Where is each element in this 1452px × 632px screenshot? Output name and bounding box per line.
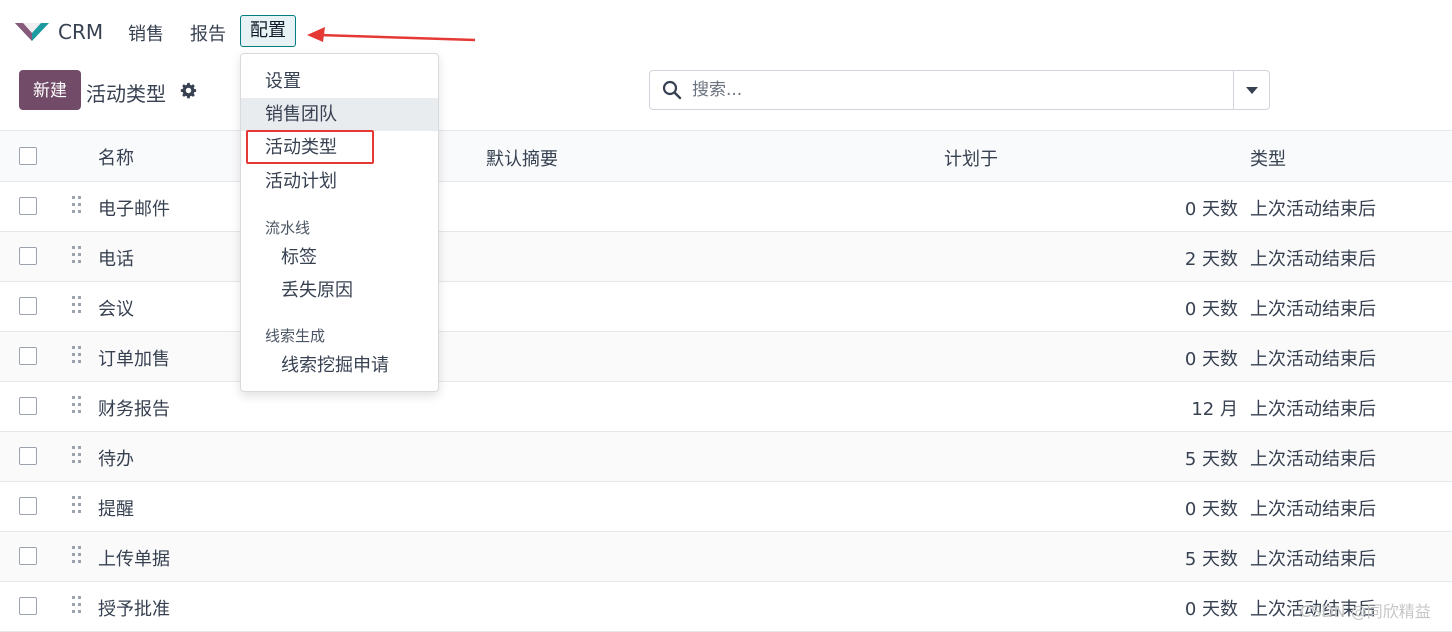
table-row[interactable]: 待办 5 天数 上次活动结束后 xyxy=(0,432,1452,482)
row-checkbox[interactable] xyxy=(19,297,37,315)
row-checkbox[interactable] xyxy=(19,247,37,265)
row-checkbox[interactable] xyxy=(19,197,37,215)
table-row[interactable]: 电子邮件 0 天数 上次活动结束后 xyxy=(0,182,1452,232)
gear-icon[interactable] xyxy=(180,82,197,99)
table-header: 名称 默认摘要 计划于 类型 xyxy=(0,130,1452,182)
app-name[interactable]: CRM xyxy=(58,20,103,44)
cell-delay-from: 上次活动结束后 xyxy=(1250,449,1376,470)
cell-delay: 0 天数 xyxy=(1184,349,1238,370)
header-default-summary[interactable]: 默认摘要 xyxy=(486,145,558,171)
page-title: 活动类型 xyxy=(86,82,166,106)
cell-name: 电子邮件 xyxy=(98,199,170,220)
activity-type-list: 名称 默认摘要 计划于 类型 电子邮件 0 天数 上次活动结束后 电话 2 天数 上次活动… xyxy=(0,130,1452,632)
annotation-arrow-icon xyxy=(307,27,476,42)
drag-handle-icon[interactable] xyxy=(72,496,82,514)
drag-handle-icon[interactable] xyxy=(72,246,82,264)
section-pipeline: 流水线 xyxy=(265,219,311,237)
menu-configuration[interactable]: 配置 xyxy=(240,15,296,47)
cell-delay: 0 天数 xyxy=(1184,299,1238,320)
table-row[interactable]: 授予批准 0 天数 上次活动结束后 xyxy=(0,582,1452,632)
cell-delay: 0 天数 xyxy=(1184,499,1238,520)
menu-item-settings[interactable]: 设置 xyxy=(241,65,438,98)
drag-handle-icon[interactable] xyxy=(72,546,82,564)
cell-delay-from: 上次活动结束后 xyxy=(1250,249,1376,270)
menu-item-activity-types[interactable]: 活动类型 xyxy=(241,131,438,164)
cell-delay: 2 天数 xyxy=(1184,249,1238,270)
table-row[interactable]: 电话 2 天数 上次活动结束后 xyxy=(0,232,1452,282)
cell-name: 电话 xyxy=(98,249,134,270)
row-checkbox[interactable] xyxy=(19,597,37,615)
row-checkbox[interactable] xyxy=(19,347,37,365)
drag-handle-icon[interactable] xyxy=(72,596,82,614)
cell-name: 会议 xyxy=(98,299,134,320)
section-lead-generation: 线索生成 xyxy=(265,327,326,345)
menu-item-lead-mining-requests[interactable]: 线索挖掘申请 xyxy=(241,349,438,382)
table-row[interactable]: 提醒 0 天数 上次活动结束后 xyxy=(0,482,1452,532)
header-planned-in[interactable]: 计划于 xyxy=(944,145,998,171)
cell-delay-from: 上次活动结束后 xyxy=(1250,499,1376,520)
menu-item-sales-teams[interactable]: 销售团队 xyxy=(241,98,438,131)
cell-delay: 5 天数 xyxy=(1184,549,1238,570)
search-icon xyxy=(662,80,682,100)
cell-name: 订单加售 xyxy=(98,349,170,370)
menu-item-tags[interactable]: 标签 xyxy=(241,241,438,274)
search-options-toggle[interactable] xyxy=(1233,71,1269,109)
cell-delay: 0 天数 xyxy=(1184,599,1238,620)
row-checkbox[interactable] xyxy=(19,497,37,515)
table-row[interactable]: 上传单据 5 天数 上次活动结束后 xyxy=(0,532,1452,582)
drag-handle-icon[interactable] xyxy=(72,346,82,364)
new-button[interactable]: 新建 xyxy=(19,70,81,110)
cell-name: 上传单据 xyxy=(98,549,170,570)
menu-item-activity-plans[interactable]: 活动计划 xyxy=(241,165,438,198)
cell-name: 提醒 xyxy=(98,499,134,520)
menu-sales[interactable]: 销售 xyxy=(128,20,164,46)
cell-delay: 5 天数 xyxy=(1184,449,1238,470)
select-all-checkbox[interactable] xyxy=(19,147,37,165)
cell-delay: 12 月 xyxy=(1191,399,1238,420)
cell-delay-from: 上次活动结束后 xyxy=(1250,549,1376,570)
header-name[interactable]: 名称 xyxy=(98,144,134,170)
cell-delay-from: 上次活动结束后 xyxy=(1250,199,1376,220)
header-type[interactable]: 类型 xyxy=(1250,145,1286,171)
row-checkbox[interactable] xyxy=(19,447,37,465)
table-row[interactable]: 订单加售 0 天数 上次活动结束后 xyxy=(0,332,1452,382)
row-checkbox[interactable] xyxy=(19,397,37,415)
table-row[interactable]: 财务报告 12 月上次活动结束后 xyxy=(0,382,1452,432)
cell-delay-from: 上次活动结束后 xyxy=(1250,299,1376,320)
row-checkbox[interactable] xyxy=(19,547,37,565)
cell-delay-from: 上次活动结束后 xyxy=(1250,399,1376,420)
watermark: CSDN @同欣精益 xyxy=(1300,602,1431,621)
top-navbar: CRM 销售 报告 配置 xyxy=(0,0,1452,62)
drag-handle-icon[interactable] xyxy=(72,196,82,214)
menu-reports[interactable]: 报告 xyxy=(190,20,226,46)
search-input[interactable] xyxy=(690,72,1234,108)
cell-name: 财务报告 xyxy=(98,399,170,420)
drag-handle-icon[interactable] xyxy=(72,446,82,464)
configuration-dropdown: 设置 销售团队 活动类型 活动计划 流水线 标签 丢失原因 线索生成 线索挖掘申… xyxy=(240,53,439,392)
drag-handle-icon[interactable] xyxy=(72,396,82,414)
crm-logo-icon[interactable] xyxy=(15,20,49,42)
cell-name: 待办 xyxy=(98,449,134,470)
search-box xyxy=(649,70,1270,110)
table-row[interactable]: 会议 0 天数 上次活动结束后 xyxy=(0,282,1452,332)
menu-item-lost-reasons[interactable]: 丢失原因 xyxy=(241,274,438,307)
cell-delay: 0 天数 xyxy=(1184,199,1238,220)
cell-delay-from: 上次活动结束后 xyxy=(1250,349,1376,370)
drag-handle-icon[interactable] xyxy=(72,296,82,314)
cell-name: 授予批准 xyxy=(98,599,170,620)
